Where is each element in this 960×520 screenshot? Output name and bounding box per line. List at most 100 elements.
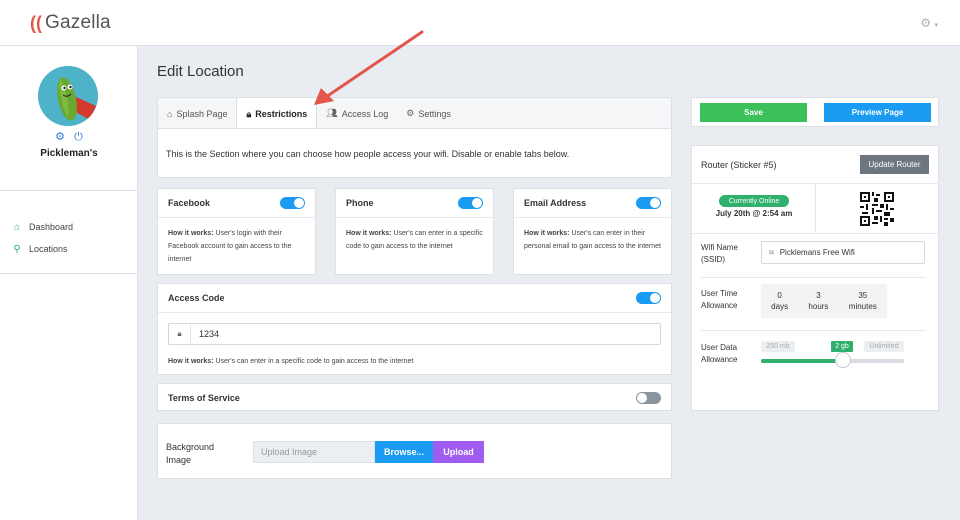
logo-text: Gazella (45, 12, 111, 33)
phone-toggle[interactable] (458, 197, 483, 209)
pickle-mascot-icon (38, 66, 98, 126)
power-icon[interactable]: ⏻ (74, 131, 83, 143)
gazella-logo[interactable]: (( Gazella (30, 12, 111, 34)
gear-icon: ⚙ (406, 108, 415, 118)
label-line: Allowance (701, 355, 738, 364)
option-description: How it works: User's login with their Fa… (168, 227, 305, 266)
tab-restrictions[interactable]: 🔒︎ Restrictions (236, 98, 318, 130)
time-allowance-label: User Time Allowance (701, 288, 737, 312)
access-code-input[interactable]: 🔒︎ 1234 (168, 323, 661, 345)
row-divider (701, 277, 926, 278)
how-it-works-label: How it works: (168, 230, 214, 237)
data-option-250mb[interactable]: 250 mb (761, 341, 795, 352)
option-title: Email Address (524, 198, 587, 208)
preview-page-button[interactable]: Preview Page (824, 103, 931, 122)
save-button[interactable]: Save (700, 103, 807, 122)
email-toggle[interactable] (636, 197, 661, 209)
intro-panel: This is the Section where you can choose… (157, 128, 672, 178)
phone-option-header: Phone (336, 189, 493, 218)
time-unit: minutes (848, 302, 877, 311)
time-allowance-control[interactable]: 0 days 3 hours 35 minutes (761, 284, 887, 318)
tab-settings[interactable]: ⚙ Settings (397, 98, 460, 129)
tab-bar: ⌂ Splash Page 🔒︎ Restrictions 👥︎ Access … (157, 97, 672, 130)
avatar (38, 66, 98, 126)
update-router-button[interactable]: Update Router (860, 155, 929, 174)
time-unit: hours (808, 302, 829, 311)
background-image-label: Background Image (166, 441, 226, 467)
label-line: User Time (701, 289, 738, 298)
top-bar: (( Gazella ⚙ ▾ (0, 0, 960, 46)
facebook-option-header: Facebook (158, 189, 315, 218)
sidebar-divider (0, 190, 138, 191)
access-code-toggle[interactable] (636, 292, 661, 304)
time-value: 0 (777, 291, 782, 300)
upload-image-field[interactable]: Upload Image (253, 441, 375, 463)
how-it-works-label: How it works: (168, 358, 214, 365)
sidebar-item-dashboard[interactable]: ⌂ Dashboard (12, 216, 73, 238)
sidebar-divider (0, 273, 138, 274)
gear-icon[interactable]: ⚙ (55, 131, 65, 143)
time-unit: days (771, 302, 789, 311)
access-code-card: Access Code 🔒︎ 1234 How it works: User's… (157, 283, 672, 375)
profile-actions: ⚙ ⏻ (0, 130, 138, 144)
sidebar-item-label: Locations (29, 244, 68, 254)
email-option-header: Email Address (514, 189, 671, 218)
router-status: Currently Online July 20th @ 2:54 am (692, 184, 816, 234)
facebook-option-card: Facebook How it works: User's login with… (157, 188, 316, 275)
facebook-toggle[interactable] (280, 197, 305, 209)
lock-icon: 🔒︎ (246, 108, 252, 119)
tab-label: Splash Page (176, 108, 228, 119)
slider-handle[interactable] (835, 352, 851, 368)
status-badge: Currently Online (719, 195, 789, 207)
settings-menu[interactable]: ⚙ ▾ (920, 16, 938, 30)
label-line: (SSID) (701, 255, 725, 264)
intro-text: This is the Section where you can choose… (166, 149, 570, 159)
router-card: Router (Sticker #5) Update Router Curren… (691, 145, 939, 411)
tab-splash-page[interactable]: ⌂ Splash Page (158, 98, 236, 129)
gear-icon: ⚙ (920, 16, 932, 30)
status-date: July 20th @ 2:54 am (715, 209, 793, 218)
how-it-works-label: How it works: (524, 230, 570, 237)
home-icon: ⌂ (167, 108, 173, 119)
time-minutes[interactable]: 35 minutes (849, 290, 877, 312)
upload-button[interactable]: Upload (433, 441, 484, 463)
users-icon: 👥︎ (326, 108, 338, 118)
terms-header: Terms of Service (158, 384, 671, 412)
terms-title: Terms of Service (168, 393, 240, 403)
label-line: Wifi Name (701, 243, 738, 252)
sidebar-item-locations[interactable]: ⚲ Locations (12, 238, 73, 260)
ssid-input[interactable]: ≋ Picklemans Free Wifi (761, 241, 925, 264)
label-line: Allowance (701, 301, 738, 310)
page-title: Edit Location (157, 63, 244, 80)
label-line: Background (166, 442, 215, 452)
row-divider (701, 330, 926, 331)
wifi-icon: ≋ (768, 248, 775, 257)
router-status-area: Currently Online July 20th @ 2:54 am (692, 183, 939, 234)
phone-option-card: Phone How it works: User's can enter in … (335, 188, 494, 275)
browse-button[interactable]: Browse... (375, 441, 433, 463)
time-hours[interactable]: 3 hours (808, 290, 828, 312)
tab-label: Access Log (341, 108, 389, 119)
option-title: Facebook (168, 198, 211, 208)
time-value: 35 (858, 291, 868, 300)
option-description: How it works: User's can enter in a spec… (346, 227, 483, 253)
how-it-works-label: How it works: (346, 230, 392, 237)
terms-toggle[interactable] (636, 392, 661, 404)
data-allowance-slider[interactable] (761, 359, 904, 363)
map-pin-icon: ⚲ (13, 243, 21, 255)
label-line: Image (166, 455, 192, 465)
logo-mark-icon: (( (30, 13, 42, 33)
qr-code-icon (860, 192, 894, 226)
time-days[interactable]: 0 days (771, 290, 788, 312)
data-option-2gb[interactable]: 2 gb (831, 341, 853, 352)
home-icon: ⌂ (13, 221, 21, 233)
router-title: Router (Sticker #5) (701, 160, 777, 170)
tab-label: Settings (418, 108, 451, 119)
access-code-value: 1234 (199, 329, 220, 339)
actions-card: Save Preview Page (691, 97, 939, 127)
data-option-unlimited[interactable]: Unlimited (864, 341, 904, 352)
sidebar-item-label: Dashboard (29, 222, 74, 232)
access-code-title: Access Code (168, 293, 225, 303)
tab-access-log[interactable]: 👥︎ Access Log (317, 98, 397, 129)
ssid-value: Picklemans Free Wifi (779, 248, 855, 257)
